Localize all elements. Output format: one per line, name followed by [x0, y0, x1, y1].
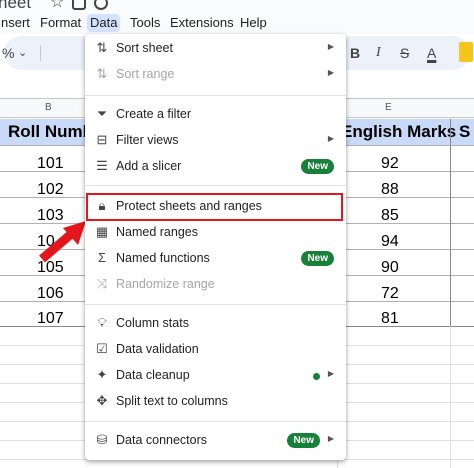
menu-item-data-validation[interactable]: ☑ Data validation	[85, 339, 346, 361]
column-line	[450, 326, 451, 468]
menu-item-split-text[interactable]: ✥ Split text to columns	[85, 391, 346, 413]
menu-item-column-stats[interactable]: 💡︎ Column stats	[85, 313, 346, 335]
filter-views-icon: ⊟	[96, 132, 108, 147]
cell-roll[interactable]: 107	[37, 310, 64, 328]
percent-format-button[interactable]: %	[2, 44, 14, 62]
menu-item-sort-range[interactable]: ⇅ Sort range ▶	[85, 64, 346, 86]
sort-icon: ⇅	[96, 66, 108, 81]
new-badge: New	[301, 251, 334, 266]
menu-item-label: Named ranges	[116, 225, 198, 239]
red-arrow-annotation	[39, 221, 86, 263]
cell-english[interactable]: 85	[381, 207, 399, 225]
menu-divider	[85, 304, 346, 305]
database-icon: ⛁	[96, 432, 108, 447]
submenu-arrow-icon: ▶	[327, 42, 334, 51]
menu-help[interactable]: Help	[238, 14, 269, 32]
column-letter-e[interactable]: E	[385, 102, 392, 113]
menu-item-named-ranges[interactable]: ▦ Named ranges	[85, 222, 346, 244]
menu-item-filter-views[interactable]: ⊟ Filter views ▶	[85, 130, 346, 152]
cell-english[interactable]: 72	[381, 285, 399, 303]
menu-item-label: Create a filter	[116, 107, 192, 121]
menu-item-label: Randomize range	[116, 277, 215, 291]
submenu-arrow-icon: ▶	[327, 369, 334, 378]
bold-button[interactable]: B	[350, 44, 360, 62]
chevron-down-icon[interactable]: ⌄	[18, 44, 27, 62]
cell-english[interactable]: 81	[381, 310, 399, 328]
column-letter-b[interactable]: B	[45, 102, 52, 113]
menu-item-label: Add a slicer	[116, 159, 182, 173]
menu-item-label: Column stats	[116, 316, 189, 330]
menu-item-label: Named functions	[116, 251, 210, 265]
menu-item-label: Filter views	[116, 133, 179, 147]
checklist-icon: ☑	[96, 341, 108, 356]
magic-wand-icon: ✦	[96, 367, 108, 382]
cell-roll[interactable]: 101	[37, 155, 64, 173]
title-icons: ☆	[50, 0, 109, 11]
data-menu-dropdown: ⇅ Sort sheet ▶ ⇅ Sort range ▶ ⏷ Create a…	[85, 34, 346, 460]
cell-english[interactable]: 92	[381, 155, 399, 173]
sort-icon: ⇅	[96, 40, 108, 55]
menu-item-label: Data validation	[116, 342, 199, 356]
menu-tools[interactable]: Tools	[128, 14, 162, 32]
shuffle-icon: ⤨	[96, 276, 108, 291]
cell-roll[interactable]: 102	[37, 181, 64, 199]
new-dot-indicator	[313, 373, 320, 380]
menu-item-sort-sheet[interactable]: ⇅ Sort sheet ▶	[85, 38, 346, 60]
menu-item-data-connectors[interactable]: ⛁ Data connectors New ▶	[85, 430, 346, 452]
menu-insert[interactable]: nsert	[0, 14, 32, 32]
spreadsheet-window: heet ☆ nsert Format Data Tools Extension…	[0, 0, 474, 468]
submenu-arrow-icon: ▶	[327, 68, 334, 77]
submenu-arrow-icon: ▶	[327, 434, 334, 443]
new-badge: New	[301, 159, 334, 174]
submenu-arrow-icon: ▶	[327, 134, 334, 143]
menu-item-create-filter[interactable]: ⏷ Create a filter	[85, 104, 346, 126]
menu-item-label: Sort range	[116, 67, 175, 81]
filter-icon: ⏷	[96, 106, 108, 121]
new-badge: New	[287, 433, 320, 448]
menu-item-named-functions[interactable]: Σ Named functions New	[85, 248, 346, 270]
menu-item-data-cleanup[interactable]: ✦ Data cleanup ▶	[85, 365, 346, 387]
cell-english[interactable]: 90	[381, 259, 399, 277]
header-next-column[interactable]: S	[459, 122, 470, 142]
menu-divider	[85, 185, 346, 186]
split-icon: ✥	[96, 393, 108, 408]
text-color-button[interactable]: A	[427, 44, 436, 62]
fill-color-icon[interactable]	[459, 42, 473, 62]
cell-roll[interactable]: 106	[37, 285, 64, 303]
toolbar-divider	[40, 45, 41, 61]
menu-item-label: Data connectors	[116, 433, 208, 447]
cloud-status-icon[interactable]	[94, 0, 109, 10]
document-title[interactable]: heet	[0, 0, 31, 12]
title-bar: heet ☆	[0, 0, 474, 12]
cell-english[interactable]: 94	[381, 233, 399, 251]
menu-bar: nsert Format Data Tools Extensions Help	[0, 12, 474, 34]
menu-item-add-slicer[interactable]: ☰ Add a slicer New	[85, 156, 346, 178]
menu-divider	[85, 95, 346, 96]
red-highlight-box	[86, 193, 343, 221]
menu-item-label: Split text to columns	[116, 394, 228, 408]
cell-english[interactable]: 88	[381, 181, 399, 199]
lightbulb-icon: 💡︎	[97, 315, 107, 330]
strikethrough-button[interactable]: S	[400, 44, 409, 62]
menu-data[interactable]: Data	[87, 14, 121, 32]
slicer-icon: ☰	[96, 158, 108, 173]
column-line	[450, 119, 451, 326]
table-icon: ▦	[95, 224, 109, 239]
menu-item-randomize-range[interactable]: ⤨ Randomize range	[85, 274, 346, 296]
menu-format[interactable]: Format	[38, 14, 83, 32]
star-icon[interactable]: ☆	[50, 0, 64, 11]
menu-extensions[interactable]: Extensions	[168, 14, 236, 32]
move-to-folder-icon[interactable]	[72, 0, 87, 10]
sigma-icon: Σ	[97, 250, 107, 265]
menu-item-label: Data cleanup	[116, 368, 190, 382]
menu-item-label: Sort sheet	[116, 41, 173, 55]
header-english-marks[interactable]: English Marks	[341, 122, 456, 142]
italic-button[interactable]: I	[376, 44, 381, 62]
menu-divider	[85, 421, 346, 422]
